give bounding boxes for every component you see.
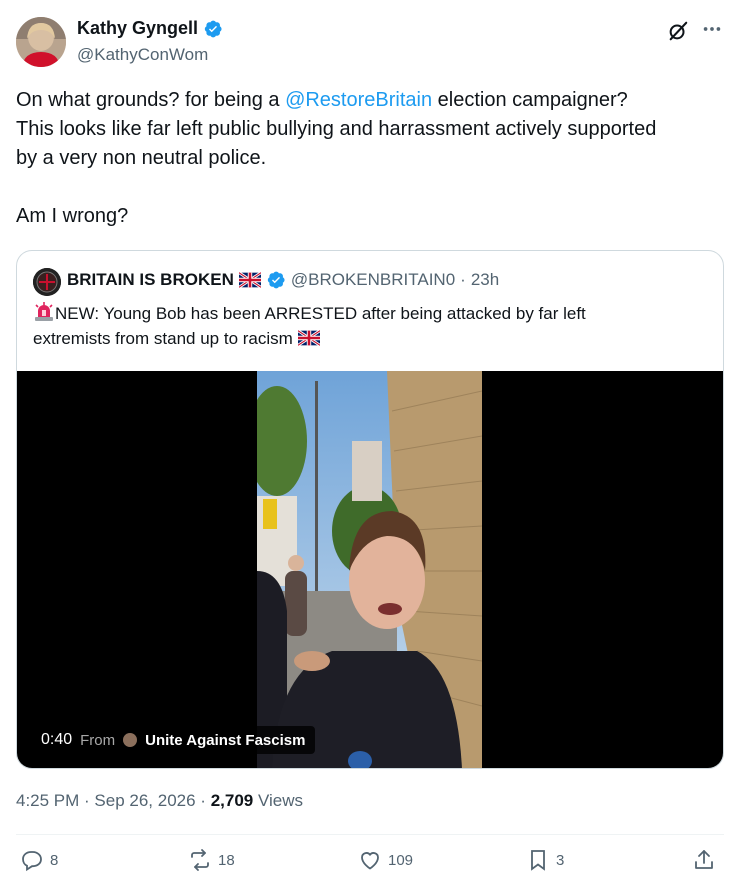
quoted-author-avatar[interactable] bbox=[33, 268, 61, 296]
video-thumbnail[interactable] bbox=[257, 371, 482, 768]
quoted-text-line: NEW: Young Bob has been ARRESTED after b… bbox=[55, 304, 586, 323]
tweet-text: On what grounds? for being a @RestoreBri… bbox=[16, 86, 731, 231]
video-attribution: 0:40 From Unite Against Fascism bbox=[31, 726, 316, 754]
reply-button[interactable]: 8 bbox=[20, 848, 58, 872]
tweet-text-line: Am I wrong? bbox=[16, 205, 129, 227]
like-button[interactable]: 109 bbox=[358, 848, 413, 872]
like-count: 109 bbox=[388, 851, 414, 869]
action-bar: 8 18 109 3 bbox=[16, 848, 724, 882]
share-button[interactable] bbox=[692, 848, 716, 872]
uk-flag-icon bbox=[296, 328, 321, 347]
source-avatar bbox=[123, 733, 138, 747]
tweet-date[interactable]: Sep 26, 2026 bbox=[94, 791, 195, 810]
quoted-text: NEW: Young Bob has been ARRESTED after b… bbox=[33, 301, 713, 351]
author-handle[interactable]: @KathyConWom bbox=[77, 45, 208, 65]
separator-dot: · bbox=[195, 791, 211, 810]
tweet-time[interactable]: 4:25 PM bbox=[16, 791, 79, 810]
bookmark-icon bbox=[531, 850, 545, 871]
quoted-text-line: extremists from stand up to racism bbox=[33, 329, 293, 348]
bookmark-button[interactable]: 3 bbox=[526, 848, 564, 872]
bookmark-count: 3 bbox=[556, 851, 565, 869]
tweet-text-line: This looks like far left public bullying… bbox=[16, 118, 657, 140]
separator-dot: · bbox=[79, 791, 95, 810]
tweet-text-part: On what grounds? for being a bbox=[16, 89, 286, 111]
repost-icon bbox=[191, 849, 209, 871]
video-player[interactable]: 0:40 From Unite Against Fascism bbox=[17, 371, 723, 768]
reply-count: 8 bbox=[50, 851, 59, 869]
views-label: Views bbox=[253, 791, 303, 810]
repost-button[interactable]: 18 bbox=[188, 848, 235, 872]
heart-icon bbox=[361, 852, 379, 870]
uk-flag-icon bbox=[238, 271, 262, 289]
verified-badge-icon bbox=[266, 270, 286, 290]
share-icon bbox=[695, 850, 713, 869]
mention-link[interactable]: @RestoreBritain bbox=[285, 89, 432, 111]
more-options-icon[interactable] bbox=[701, 18, 723, 40]
reply-icon bbox=[22, 851, 42, 872]
tweet-text-line: by a very non neutral police. bbox=[16, 147, 267, 169]
quoted-tweet-card[interactable]: BRITAIN IS BROKEN @BROKENBRITAIN0 · 23h bbox=[16, 250, 724, 769]
quoted-header: BRITAIN IS BROKEN @BROKENBRITAIN0 · 23h bbox=[67, 270, 499, 290]
author-avatar[interactable] bbox=[16, 17, 66, 67]
quoted-display-name[interactable]: BRITAIN IS BROKEN bbox=[67, 270, 234, 290]
divider bbox=[16, 834, 724, 835]
tweet-meta: 4:25 PM · Sep 26, 2026 · 2,709 Views bbox=[16, 791, 303, 811]
author-display-name[interactable]: Kathy Gyngell bbox=[77, 18, 198, 39]
separator-dot: · bbox=[460, 270, 466, 289]
tweet: Kathy Gyngell @KathyConWom On what groun… bbox=[0, 0, 744, 892]
police-siren-icon bbox=[33, 302, 55, 322]
from-label: From bbox=[80, 731, 116, 749]
grok-icon[interactable] bbox=[667, 20, 689, 42]
video-source-name[interactable]: Unite Against Fascism bbox=[145, 732, 305, 749]
author-name-row: Kathy Gyngell bbox=[77, 18, 223, 39]
quoted-timestamp[interactable]: 23h bbox=[471, 270, 499, 290]
views-count[interactable]: 2,709 bbox=[211, 791, 254, 810]
verified-badge-icon bbox=[203, 19, 223, 39]
video-duration: 0:40 bbox=[41, 731, 73, 748]
tweet-text-part: election campaigner? bbox=[432, 89, 628, 111]
repost-count: 18 bbox=[218, 851, 235, 869]
quoted-handle[interactable]: @BROKENBRITAIN0 bbox=[291, 270, 455, 290]
